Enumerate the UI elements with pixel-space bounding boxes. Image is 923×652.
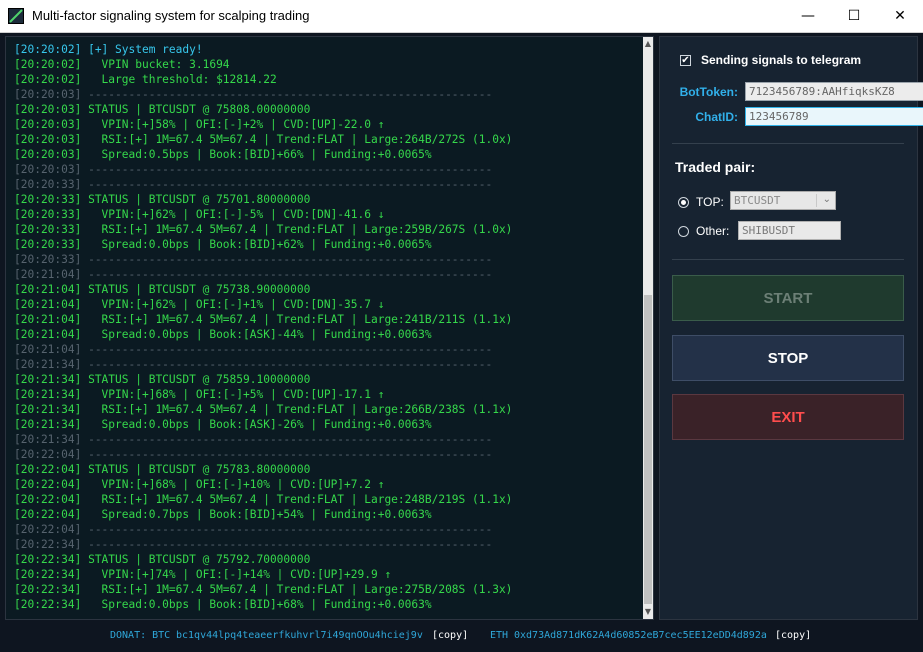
log-line: [20:22:04] Spread:0.7bps | Book:[BID]+54… bbox=[14, 508, 432, 521]
log-line: [20:20:03] Spread:0.5bps | Book:[BID]+66… bbox=[14, 148, 432, 161]
telegram-checkbox-label: Sending signals to telegram bbox=[701, 53, 862, 67]
title-bar: Multi-factor signaling system for scalpi… bbox=[0, 0, 923, 33]
log-line: [20:21:04] -----------------------------… bbox=[14, 268, 493, 281]
top-pair-selected: BTCUSDT bbox=[734, 194, 781, 207]
donation-footer: DONAT: BTC bc1qv44lpq4teaeerfkuhvrl7i49q… bbox=[0, 622, 923, 652]
top-pair-select[interactable]: BTCUSDT ⌄ bbox=[730, 191, 836, 210]
btc-address: bc1qv44lpq4teaeerfkuhvrl7i49qnOOu4hciej9… bbox=[176, 630, 423, 641]
log-line: [20:21:34] VPIN:[+]68% | OFI:[-]+5% | CV… bbox=[14, 388, 385, 401]
log-line: [20:22:34] VPIN:[+]74% | OFI:[-]+14% | C… bbox=[14, 568, 392, 581]
log-line: [20:20:02] VPIN bucket: 3.1694 bbox=[14, 58, 230, 71]
log-line: [20:21:34] RSI:[+] 1M=67.4 5M=67.4 | Tre… bbox=[14, 403, 513, 416]
log-line: [20:20:33] -----------------------------… bbox=[14, 253, 493, 266]
log-line: [20:22:34] Spread:0.0bps | Book:[BID]+68… bbox=[14, 598, 432, 611]
log-console[interactable]: [20:20:02] [+] System ready! [20:20:02] V… bbox=[5, 36, 654, 620]
log-line: [20:22:04] STATUS | BTCUSDT @ 75783.8000… bbox=[14, 463, 311, 476]
app-icon bbox=[8, 8, 24, 24]
log-line: [20:20:02] [+] System ready! bbox=[14, 43, 203, 56]
radio-top[interactable]: TOP: bbox=[678, 195, 724, 209]
eth-label: ETH bbox=[490, 630, 509, 641]
telegram-checkbox[interactable]: ✔ bbox=[680, 54, 691, 66]
log-line: [20:20:03] RSI:[+] 1M=67.4 5M=67.4 | Tre… bbox=[14, 133, 513, 146]
log-line: [20:21:34] STATUS | BTCUSDT @ 75859.1000… bbox=[14, 373, 311, 386]
radio-top-label: TOP: bbox=[696, 195, 724, 209]
scroll-thumb[interactable] bbox=[644, 295, 652, 604]
log-line: [20:20:33] STATUS | BTCUSDT @ 75701.8000… bbox=[14, 193, 311, 206]
bot-token-input[interactable]: 7123456789:AAHfiqksKZ8 bbox=[745, 82, 923, 101]
donat-btc-label: DONAT: BTC bbox=[110, 630, 171, 641]
log-line: [20:22:04] -----------------------------… bbox=[14, 523, 493, 536]
settings-panel: ✔ Sending signals to telegram BotToken: … bbox=[659, 36, 923, 620]
log-line: [20:21:04] Spread:0.0bps | Book:[ASK]-44… bbox=[14, 328, 432, 341]
log-line: [20:21:34] -----------------------------… bbox=[14, 433, 493, 446]
scroll-up-icon[interactable]: ▲ bbox=[643, 37, 653, 51]
log-list: [20:20:02] [+] System ready! [20:20:02] V… bbox=[14, 42, 634, 612]
log-line: [20:20:33] VPIN:[+]62% | OFI:[-]-5% | CV… bbox=[14, 208, 385, 221]
log-line: [20:22:34] -----------------------------… bbox=[14, 538, 493, 551]
log-line: [20:20:03] STATUS | BTCUSDT @ 75808.0000… bbox=[14, 103, 311, 116]
other-pair-input[interactable]: SHIBUSDT bbox=[738, 221, 841, 240]
log-scrollbar[interactable]: ▲ ▼ bbox=[643, 37, 653, 619]
log-line: [20:20:03] -----------------------------… bbox=[14, 88, 493, 101]
log-line: [20:22:04] RSI:[+] 1M=67.4 5M=67.4 | Tre… bbox=[14, 493, 513, 506]
scroll-down-icon[interactable]: ▼ bbox=[643, 605, 653, 619]
radio-other-button[interactable] bbox=[678, 225, 689, 237]
log-line: [20:21:04] VPIN:[+]62% | OFI:[-]+1% | CV… bbox=[14, 298, 385, 311]
close-button[interactable]: ✕ bbox=[877, 0, 923, 32]
exit-button[interactable]: EXIT bbox=[672, 394, 904, 440]
start-button[interactable]: START bbox=[672, 275, 904, 321]
log-line: [20:21:04] RSI:[+] 1M=67.4 5M=67.4 | Tre… bbox=[14, 313, 513, 326]
telegram-toggle[interactable]: ✔ Sending signals to telegram bbox=[680, 53, 861, 67]
bot-token-label: BotToken: bbox=[679, 85, 738, 99]
window-title: Multi-factor signaling system for scalpi… bbox=[32, 8, 310, 23]
chat-id-label: ChatID: bbox=[695, 110, 738, 124]
log-line: [20:20:33] Spread:0.0bps | Book:[BID]+62… bbox=[14, 238, 432, 251]
log-line: [20:21:04] STATUS | BTCUSDT @ 75738.9000… bbox=[14, 283, 311, 296]
radio-other-label: Other: bbox=[696, 224, 730, 238]
log-line: [20:22:04] VPIN:[+]68% | OFI:[-]+10% | C… bbox=[14, 478, 385, 491]
chat-id-input[interactable]: 123456789 bbox=[745, 107, 923, 126]
copy-eth-link[interactable]: [copy] bbox=[775, 630, 811, 641]
minimize-button[interactable]: — bbox=[785, 0, 831, 32]
log-line: [20:20:03] VPIN:[+]58% | OFI:[-]+2% | CV… bbox=[14, 118, 385, 131]
select-separator bbox=[816, 194, 817, 207]
copy-btc-link[interactable]: [copy] bbox=[432, 630, 468, 641]
log-line: [20:20:33] -----------------------------… bbox=[14, 178, 493, 191]
maximize-button[interactable]: ☐ bbox=[831, 0, 877, 32]
radio-top-button[interactable] bbox=[678, 196, 689, 208]
log-line: [20:20:33] RSI:[+] 1M=67.4 5M=67.4 | Tre… bbox=[14, 223, 513, 236]
log-line: [20:20:03] -----------------------------… bbox=[14, 163, 493, 176]
radio-other[interactable]: Other: bbox=[678, 224, 729, 238]
log-line: [20:20:02] Large threshold: $12814.22 bbox=[14, 73, 277, 86]
log-line: [20:21:34] -----------------------------… bbox=[14, 358, 493, 371]
stop-button[interactable]: STOP bbox=[672, 335, 904, 381]
log-line: [20:22:34] RSI:[+] 1M=67.4 5M=67.4 | Tre… bbox=[14, 583, 513, 596]
log-line: [20:21:04] -----------------------------… bbox=[14, 343, 493, 356]
divider bbox=[672, 143, 904, 144]
log-line: [20:22:04] -----------------------------… bbox=[14, 448, 493, 461]
traded-pair-title: Traded pair: bbox=[675, 159, 756, 175]
divider bbox=[672, 259, 904, 260]
eth-address: 0xd73Ad871dK62A4d60852eB7cec5EE12eDD4d89… bbox=[514, 630, 767, 641]
log-line: [20:21:34] Spread:0.0bps | Book:[ASK]-26… bbox=[14, 418, 432, 431]
chevron-down-icon[interactable]: ⌄ bbox=[823, 194, 831, 205]
log-line: [20:22:34] STATUS | BTCUSDT @ 75792.7000… bbox=[14, 553, 311, 566]
